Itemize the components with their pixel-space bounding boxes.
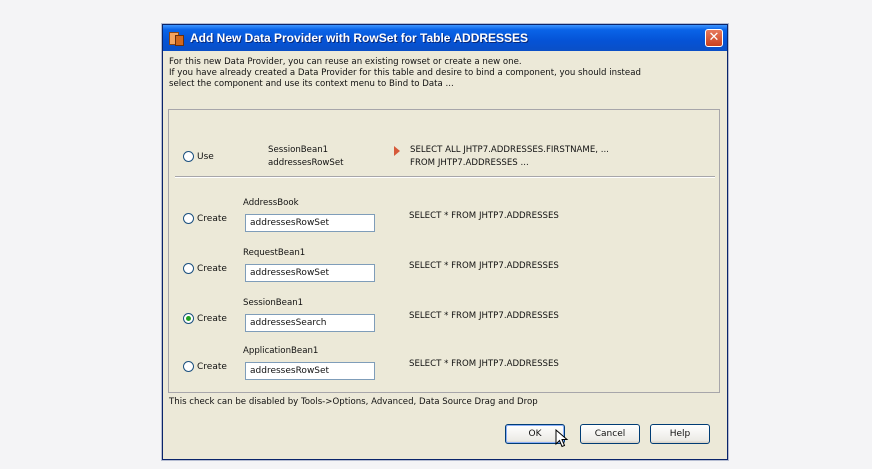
create-radio-option[interactable]: Create xyxy=(183,263,227,274)
create-radio-label: Create xyxy=(197,361,227,372)
rowset-name-input[interactable]: addressesSearch xyxy=(245,314,375,332)
bean-label: RequestBean1 xyxy=(243,248,306,258)
info-line: select the component and use its context… xyxy=(169,79,454,89)
bean-label: AddressBook xyxy=(243,198,299,208)
create-radio[interactable] xyxy=(183,213,194,224)
create-radio-option[interactable]: Create xyxy=(183,213,227,224)
use-bean-label: SessionBean1 xyxy=(268,145,329,155)
options-panel: Use SessionBean1 addressesRowSet SELECT … xyxy=(168,109,720,393)
create-radio-label: Create xyxy=(197,213,227,224)
rowset-name-input[interactable]: addressesRowSet xyxy=(245,214,375,232)
use-radio-label: Use xyxy=(197,151,214,162)
create-radio-label: Create xyxy=(197,313,227,324)
bean-label: SessionBean1 xyxy=(243,298,304,308)
expand-arrow-icon[interactable] xyxy=(394,146,400,156)
divider xyxy=(175,176,715,178)
use-sql-line2: FROM JHTP7.ADDRESSES ... xyxy=(410,158,529,168)
info-line: If you have already created a Data Provi… xyxy=(169,68,641,78)
use-rowset-label: addressesRowSet xyxy=(268,158,344,168)
create-radio-option[interactable]: Create xyxy=(183,361,227,372)
mouse-cursor-icon xyxy=(555,429,569,448)
beans-icon xyxy=(168,30,184,46)
create-sql: SELECT * FROM JHTP7.ADDRESSES xyxy=(409,211,559,221)
create-radio-option[interactable]: Create xyxy=(183,313,227,324)
dialog-title: Add New Data Provider with RowSet for Ta… xyxy=(190,31,529,45)
title-bar[interactable]: Add New Data Provider with RowSet for Ta… xyxy=(163,25,727,51)
info-text: For this new Data Provider, you can reus… xyxy=(169,57,721,90)
cancel-button[interactable]: Cancel xyxy=(580,424,640,444)
use-sql-line1: SELECT ALL JHTP7.ADDRESSES.FIRSTNAME, ..… xyxy=(410,145,609,155)
bean-label: ApplicationBean1 xyxy=(243,346,319,356)
close-button[interactable]: ✕ xyxy=(705,29,723,47)
create-sql: SELECT * FROM JHTP7.ADDRESSES xyxy=(409,311,559,321)
use-radio[interactable] xyxy=(183,151,194,162)
create-radio[interactable] xyxy=(183,263,194,274)
rowset-name-input[interactable]: addressesRowSet xyxy=(245,264,375,282)
create-radio-label: Create xyxy=(197,263,227,274)
rowset-name-input[interactable]: addressesRowSet xyxy=(245,362,375,380)
create-sql: SELECT * FROM JHTP7.ADDRESSES xyxy=(409,359,559,369)
use-radio-option[interactable]: Use xyxy=(183,151,214,162)
create-sql: SELECT * FROM JHTP7.ADDRESSES xyxy=(409,261,559,271)
info-line: For this new Data Provider, you can reus… xyxy=(169,57,522,67)
add-data-provider-dialog: Add New Data Provider with RowSet for Ta… xyxy=(162,24,728,460)
footer-note: This check can be disabled by Tools->Opt… xyxy=(169,397,538,407)
create-radio[interactable] xyxy=(183,361,194,372)
create-radio-selected[interactable] xyxy=(183,313,194,324)
help-button[interactable]: Help xyxy=(650,424,710,444)
